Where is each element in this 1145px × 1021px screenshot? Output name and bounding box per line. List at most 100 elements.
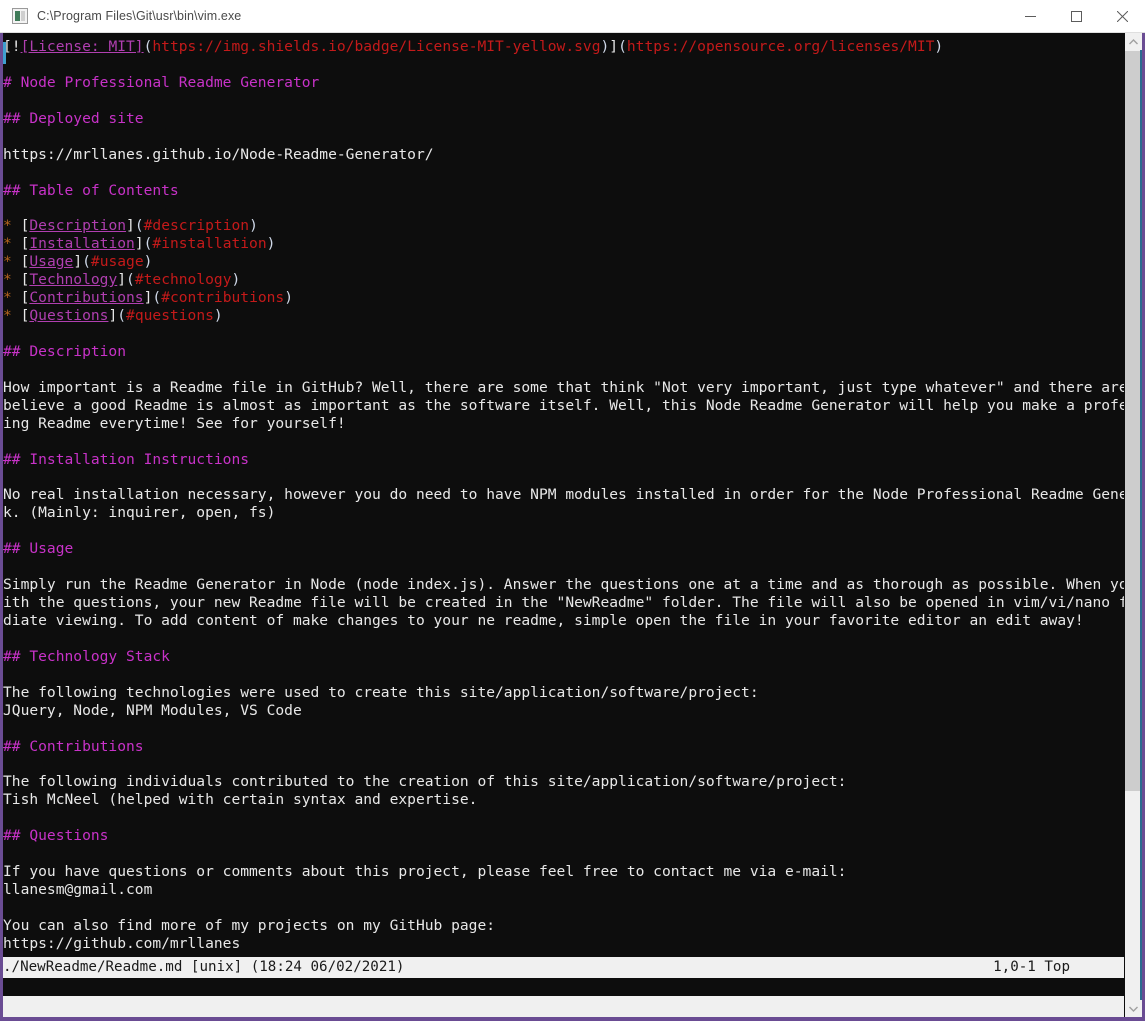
text-span: https://img.shields.io/badge/License-MIT…: [152, 38, 601, 55]
text-span: #technology: [134, 271, 232, 289]
vim-status-line: ./NewReadme/Readme.md [unix] (18:24 06/0…: [3, 957, 1124, 978]
editor-line: ## Questions: [3, 827, 1124, 845]
text-span: https://github.com/mrllanes: [3, 934, 241, 952]
text-span: [: [11, 307, 30, 325]
editor-line: ith the questions, your new Readme file …: [3, 594, 1124, 612]
text-span: How important is a Readme file in GitHub…: [3, 378, 1124, 396]
editor-line: ## Table of Contents: [3, 182, 1124, 200]
vim-spacer-line: [3, 978, 1124, 996]
editor-line: believe a good Readme is almost as impor…: [3, 397, 1124, 415]
text-span: (: [134, 217, 144, 235]
scrollbar-edge-marker: [1140, 50, 1142, 1000]
editor-line: * [Contributions](#contributions): [3, 289, 1124, 307]
text-span: ): [266, 235, 276, 253]
editor-line: * [Description](#description): [3, 217, 1124, 235]
text-span: ]: [117, 271, 127, 289]
text-span: [: [11, 289, 30, 307]
editor-line: ## Installation Instructions: [3, 451, 1124, 469]
editor-line: ## Usage: [3, 540, 1124, 558]
text-span: Tish McNeel (helped with certain syntax …: [3, 791, 478, 809]
text-span: ]: [126, 217, 135, 235]
terminal-icon: [12, 8, 28, 24]
text-span: ): [249, 217, 258, 235]
text-span: ): [934, 38, 944, 55]
text-span: #usage: [90, 253, 144, 271]
text-span: Questions: [29, 307, 109, 325]
text-span: Technology: [29, 271, 118, 289]
text-span: Contributions: [29, 289, 144, 307]
text-span: [: [11, 253, 30, 271]
editor-line: ## Description: [3, 343, 1124, 361]
editor-line: JQuery, Node, NPM Modules, VS Code: [3, 702, 1124, 720]
text-span: [: [11, 271, 30, 289]
text-span: llanesm@gmail.com: [3, 881, 153, 899]
close-icon[interactable]: [1099, 0, 1145, 32]
editor-line: [![License: MIT](https://img.shields.io/…: [3, 38, 1124, 56]
vim-screen[interactable]: [![License: MIT](https://img.shields.io/…: [3, 33, 1124, 1017]
text-span: ## Installation Instructions: [3, 450, 250, 468]
editor-line: * [Questions](#questions): [3, 307, 1124, 325]
editor-line: k. (Mainly: inquirer, open, fs): [3, 504, 1124, 522]
editor-line: If you have questions or comments about …: [3, 863, 1124, 881]
text-span: [License: MIT]: [20, 38, 144, 55]
text-span: diate viewing. To add content of make ch…: [3, 612, 1084, 629]
chevron-down-icon[interactable]: [1125, 1000, 1142, 1017]
text-span: Description: [29, 217, 127, 235]
vim-command-line[interactable]: [3, 996, 1124, 1017]
text-span: ]: [609, 38, 619, 55]
text-span: ## Questions: [3, 827, 109, 845]
editor-line: # Node Professional Readme Generator: [3, 74, 1124, 92]
editor-line: ## Deployed site: [3, 110, 1124, 128]
editor-line: The following technologies were used to …: [3, 684, 1124, 702]
editor-line: llanesm@gmail.com: [3, 881, 1124, 899]
text-span: [: [11, 217, 30, 235]
text-span: (: [152, 289, 162, 307]
vertical-scrollbar[interactable]: [1124, 33, 1142, 1017]
text-span: (: [618, 38, 627, 55]
editor-line: You can also find more of my projects on…: [3, 917, 1124, 935]
window-controls: [1007, 0, 1145, 32]
text-span: (: [117, 307, 127, 325]
text-span: JQuery, Node, NPM Modules, VS Code: [3, 701, 302, 719]
text-span: ): [284, 289, 294, 307]
text-span: ]: [108, 307, 118, 325]
editor-line: * [Installation](#installation): [3, 235, 1124, 253]
text-span: *: [3, 217, 12, 235]
text-span: ): [213, 307, 223, 325]
editor-line: diate viewing. To add content of make ch…: [3, 612, 1124, 630]
text-span: *: [3, 307, 12, 325]
status-file-info: ./NewReadme/Readme.md [unix] (18:24 06/0…: [3, 959, 405, 975]
editor-text[interactable]: [![License: MIT](https://img.shields.io/…: [3, 33, 1124, 957]
minimize-icon[interactable]: [1007, 0, 1053, 32]
scrollbar-track[interactable]: [1125, 50, 1142, 1000]
text-span: ## Technology Stack: [3, 647, 170, 665]
text-span: # Node Professional Readme Generator: [3, 73, 320, 91]
terminal-area: [![License: MIT](https://img.shields.io/…: [3, 33, 1142, 1017]
text-span: Installation: [29, 235, 135, 253]
text-span: ): [143, 253, 153, 271]
text-span: The following technologies were used to …: [3, 683, 759, 701]
text-span: https://mrllanes.github.io/Node-Readme-G…: [3, 145, 434, 163]
maximize-icon[interactable]: [1053, 0, 1099, 32]
editor-line: * [Technology](#technology): [3, 271, 1124, 289]
text-span: *: [3, 289, 12, 307]
text-cursor: [3, 42, 6, 64]
text-span: ## Contributions: [3, 737, 144, 755]
text-span: ## Table of Contents: [3, 181, 179, 199]
text-span: *: [3, 271, 12, 289]
chevron-up-icon[interactable]: [1125, 33, 1142, 50]
text-span: ing Readme everytime! See for yourself!: [3, 414, 346, 432]
text-span: ## Description: [3, 342, 127, 360]
status-cursor-position: 1,0-1 Top: [993, 959, 1070, 975]
